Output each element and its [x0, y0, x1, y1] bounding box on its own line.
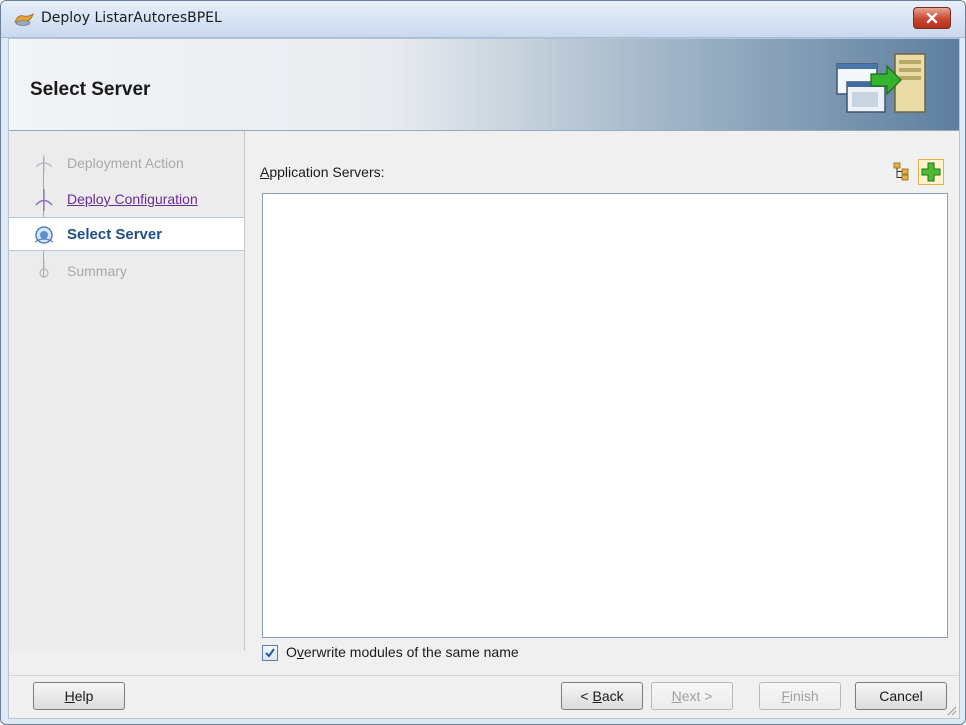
- step-label: Deployment Action: [67, 155, 184, 171]
- step-end-icon: [39, 261, 49, 278]
- button-text: <: [580, 688, 593, 704]
- overwrite-label[interactable]: Overwrite modules of the same name: [286, 644, 519, 660]
- wizard-header: Select Server: [9, 39, 959, 131]
- step-summary: Summary: [9, 255, 244, 287]
- step-deploy-configuration[interactable]: Deploy Configuration: [9, 183, 244, 215]
- window-title: Deploy ListarAutoresBPEL: [41, 10, 222, 26]
- title-bar[interactable]: Deploy ListarAutoresBPEL: [1, 1, 965, 38]
- application-servers-list[interactable]: [262, 193, 948, 638]
- application-servers-label: Application Servers:: [260, 164, 385, 180]
- dialog-content: Select Server Deployment Action Deploy C…: [8, 38, 960, 719]
- help-button[interactable]: Help: [33, 682, 125, 710]
- back-button[interactable]: < Back: [561, 682, 643, 710]
- app-icon: [14, 12, 34, 26]
- label-text: pplication Servers:: [269, 164, 385, 180]
- step-label: Select Server: [67, 226, 163, 243]
- label-part: O: [286, 644, 297, 660]
- button-mnemonic: F: [781, 688, 790, 704]
- wizard-steps-panel: Deployment Action Deploy Configuration S…: [9, 131, 245, 651]
- tree-view-icon: [893, 162, 909, 181]
- add-server-button[interactable]: [918, 159, 944, 185]
- step-label: Summary: [67, 263, 127, 279]
- deploy-to-server-icon: [836, 53, 926, 113]
- button-mnemonic: N: [671, 688, 682, 704]
- cancel-button[interactable]: Cancel: [855, 682, 947, 710]
- step-deployment-action: Deployment Action: [9, 147, 244, 179]
- close-button[interactable]: [913, 7, 951, 29]
- servers-toolbar: [888, 159, 948, 185]
- button-mnemonic: H: [64, 688, 75, 704]
- step-label[interactable]: Deploy Configuration: [67, 191, 198, 207]
- button-text: inish: [789, 688, 819, 704]
- button-mnemonic: B: [592, 688, 602, 704]
- label-mnemonic: v: [296, 644, 304, 660]
- deploy-dialog: Deploy ListarAutoresBPEL Select Server D…: [0, 0, 966, 725]
- tree-view-button[interactable]: [890, 159, 914, 183]
- close-icon: [926, 12, 938, 24]
- current-step-icon: [34, 226, 54, 244]
- button-text: ack: [601, 688, 624, 704]
- finish-button[interactable]: Finish: [759, 682, 841, 710]
- label-text: erwrite modules of the same name: [303, 644, 519, 660]
- resize-grip-icon[interactable]: [945, 704, 957, 716]
- overwrite-checkbox[interactable]: [262, 645, 278, 661]
- label-mnemonic: A: [260, 164, 270, 180]
- checkmark-icon: [265, 648, 275, 658]
- button-text: ext >: [681, 688, 713, 704]
- footer-divider: [9, 675, 959, 676]
- button-text: elp: [74, 688, 94, 704]
- next-button[interactable]: Next >: [651, 682, 733, 710]
- page-title: Select Server: [30, 79, 151, 100]
- step-select-server: Select Server: [9, 217, 244, 251]
- add-server-icon: [921, 162, 941, 182]
- step-icon: [35, 155, 53, 173]
- step-icon: [35, 189, 53, 211]
